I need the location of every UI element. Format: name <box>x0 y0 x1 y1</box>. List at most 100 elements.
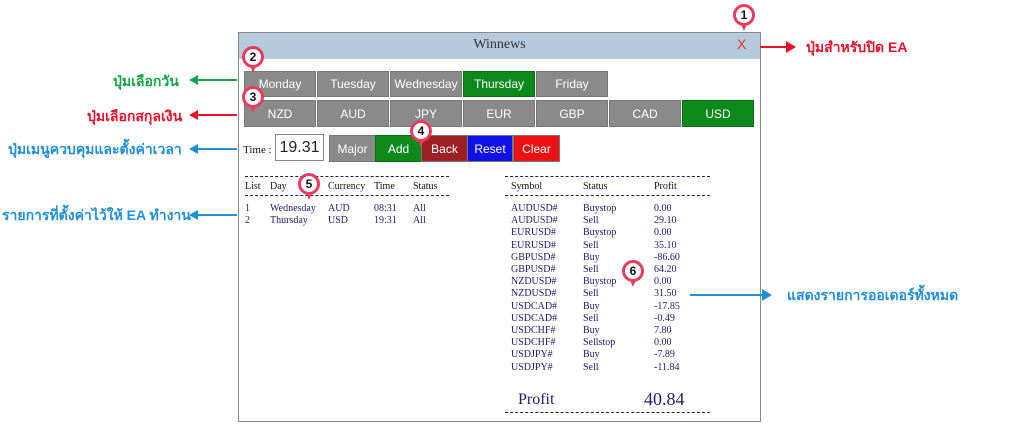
order-cell: Sell <box>583 239 599 251</box>
total-profit-value: 40.84 <box>644 389 685 409</box>
schedule-header-day: Day <box>270 181 287 192</box>
schedule-top-divider <box>245 176 449 177</box>
schedule-cell: USD <box>328 215 349 226</box>
order-cell: GBPUSD# <box>511 264 556 275</box>
orders-note-line <box>690 294 762 296</box>
order-cell: 7.80 <box>654 325 672 336</box>
order-cell: Buystop <box>583 227 617 239</box>
order-cell: -86.60 <box>654 251 680 263</box>
order-cell: 0.00 <box>654 337 672 349</box>
title-bar: Winnews X <box>239 33 760 59</box>
window-title: Winnews <box>473 37 526 52</box>
schedule-cell: Thursday <box>270 215 308 226</box>
annotation-pin-1: 1 <box>733 4 755 31</box>
order-cell: NZDUSD# <box>511 288 557 300</box>
order-cell: EURUSD# <box>511 239 557 251</box>
close-note-line <box>760 46 788 48</box>
currency-button-usd[interactable]: USD <box>682 100 754 127</box>
schedule-cell: 08:31 <box>374 203 397 214</box>
currency-button-gbp[interactable]: GBP <box>536 100 608 127</box>
order-cell: Sell <box>583 264 599 275</box>
currency-button-eur[interactable]: EUR <box>463 100 535 127</box>
schedule-cell: AUD <box>328 203 350 214</box>
day-button-friday[interactable]: Friday <box>536 71 608 97</box>
order-cell: 0.00 <box>654 227 672 239</box>
order-cell: 0.00 <box>654 276 672 288</box>
time-input[interactable]: 19.31 <box>275 134 324 161</box>
currency-note-line <box>197 114 237 116</box>
day-button-tuesday[interactable]: Tuesday <box>317 71 389 97</box>
major-button[interactable]: Major <box>329 135 376 162</box>
order-cell: USDCHF# <box>511 325 556 336</box>
order-cell: 35.10 <box>654 239 677 251</box>
schedule-cell: Wednesday <box>270 203 316 214</box>
orders-header-profit: Profit <box>654 181 677 192</box>
day-note: ปุ่มเลือกวัน <box>113 73 179 89</box>
order-cell: Buy <box>583 349 600 361</box>
order-cell: Sell <box>583 215 599 227</box>
schedule-header-list: List <box>245 181 261 192</box>
close-note: ปุ่มสำหรับปิด EA <box>806 39 908 55</box>
schedule-cell: 19:31 <box>374 215 397 226</box>
annotation-pin-5: 5 <box>298 173 320 200</box>
schedule-header-currency: Currency <box>328 181 366 192</box>
currency-button-aud[interactable]: AUD <box>317 100 389 127</box>
annotation-pin-4: 4 <box>410 120 432 147</box>
orders-top-divider <box>505 176 710 177</box>
order-cell: USDCHF# <box>511 337 556 349</box>
order-cell: AUDUSD# <box>511 203 558 214</box>
currency-button-cad[interactable]: CAD <box>609 100 681 127</box>
order-cell: Sell <box>583 361 599 373</box>
order-cell: USDCAD# <box>511 312 558 324</box>
clear-button[interactable]: Clear <box>513 135 560 162</box>
schedule-note: รายการที่ตั้งค่าไว้ให้ EA ทำงาน <box>2 207 191 223</box>
order-cell: NZDUSD# <box>511 276 557 288</box>
order-cell: -0.49 <box>654 312 675 324</box>
annotation-pin-3: 3 <box>242 86 264 113</box>
day-note-line <box>197 79 237 81</box>
order-cell: USDJPY# <box>511 361 553 373</box>
orders-note: แสดงรายการออเดอร์ทั้งหมด <box>787 287 959 303</box>
order-cell: Sell <box>583 288 599 300</box>
order-cell: 29.10 <box>654 215 677 227</box>
order-cell: Buy <box>583 251 600 263</box>
orders-header-symbol: Symbol <box>511 181 543 192</box>
order-cell: GBPUSD# <box>511 251 556 263</box>
currency-note: ปุ่มเลือกสกุลเงิน <box>87 108 183 124</box>
menu-note-line <box>197 148 237 150</box>
close-button[interactable]: X <box>737 36 746 52</box>
schedule-header-divider <box>245 195 449 196</box>
close-note-arrow-icon <box>786 41 796 53</box>
orders-note-arrow-icon <box>762 289 772 301</box>
schedule-cell: 1 <box>245 203 250 214</box>
menu-note: ปุ่มเมนูควบคุมและตั้งค่าเวลา <box>8 141 182 157</box>
schedule-header-time: Time <box>374 181 395 192</box>
annotation-pin-2: 2 <box>242 46 264 73</box>
orders-header-status: Status <box>583 181 608 192</box>
schedule-header-status: Status <box>413 181 438 192</box>
order-cell: USDJPY# <box>511 349 553 361</box>
order-cell: Sell <box>583 312 599 324</box>
reset-button[interactable]: Reset <box>467 135 513 162</box>
order-cell: -17.85 <box>654 300 680 312</box>
schedule-cell: All <box>413 203 426 214</box>
annotation-pin-6: 6 <box>622 260 644 287</box>
order-cell: Buy <box>583 325 600 336</box>
order-cell: Buy <box>583 300 600 312</box>
orders-bottom-divider <box>505 412 710 413</box>
total-profit-label: Profit <box>518 391 555 408</box>
order-cell: AUDUSD# <box>511 215 558 227</box>
schedule-cell: 2 <box>245 215 250 226</box>
order-cell: Sellstop <box>583 337 616 349</box>
time-label: Time : <box>243 144 272 156</box>
orders-header-divider <box>505 195 710 196</box>
ea-window: Winnews X Monday Tuesday Wednesday Thursday… <box>238 32 761 422</box>
order-cell: 0.00 <box>654 203 672 214</box>
order-cell: USDCAD# <box>511 300 558 312</box>
order-cell: -11.84 <box>654 361 680 373</box>
schedule-note-line <box>197 214 237 216</box>
order-cell: 64.20 <box>654 264 677 275</box>
day-button-wednesday[interactable]: Wednesday <box>390 71 462 97</box>
order-cell: Buystop <box>583 203 617 214</box>
day-button-thursday[interactable]: Thursday <box>463 71 535 97</box>
